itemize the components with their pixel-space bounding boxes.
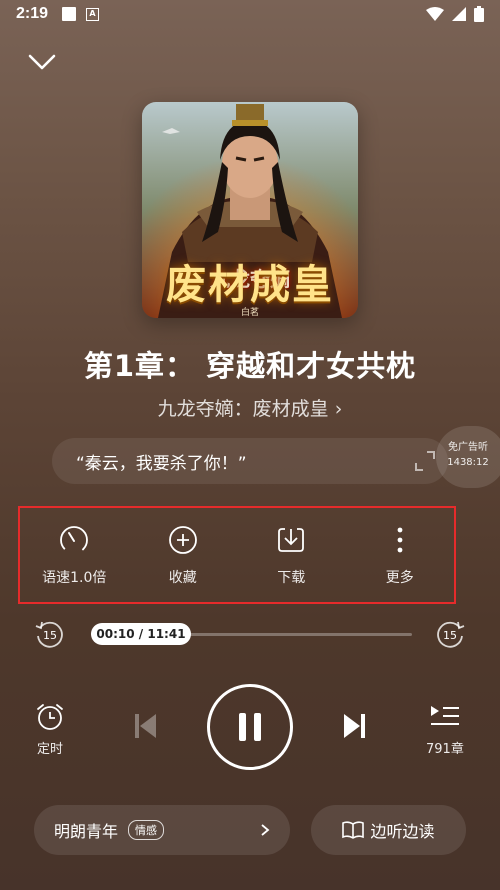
expand-icon[interactable] (414, 450, 436, 472)
cover-title: 废材成皇 (166, 261, 334, 308)
skip-back-value: 15 (43, 629, 57, 642)
ad-free-label: 免广告听 (448, 442, 488, 453)
read-along-button[interactable]: 边听边读 (311, 805, 466, 855)
pause-button[interactable] (207, 684, 293, 770)
playlist-icon (430, 706, 459, 725)
skip-forward-button[interactable]: 15 (434, 618, 466, 650)
pause-icon (239, 713, 261, 741)
battery-icon (474, 6, 484, 22)
signal-icon (452, 7, 466, 21)
download-label: 下载 (277, 570, 306, 586)
timer-button[interactable]: 定时 (34, 702, 66, 757)
voice-name: 明朗青年 (54, 822, 119, 841)
forward-15-icon: 15 (437, 621, 465, 648)
more-label: 更多 (385, 570, 414, 586)
chapter-count-label: 791章 (426, 742, 464, 757)
quote-text: “秦云，我要杀了你！” (76, 453, 247, 474)
download-icon (278, 528, 305, 552)
more-button[interactable]: 更多 (346, 508, 455, 602)
rewind-15-icon: 15 (35, 621, 63, 648)
chevron-down-icon (28, 54, 56, 70)
quote-bar[interactable]: “秦云，我要杀了你！” (52, 438, 448, 484)
action-row: 语速1.0倍 收藏 下载 更多 (18, 506, 456, 604)
skip-forward-value: 15 (443, 629, 457, 642)
wifi-icon (426, 7, 444, 21)
notification-square-icon (62, 7, 77, 21)
status-time: 2:19 (16, 5, 49, 22)
favorite-label: 收藏 (168, 570, 197, 586)
player-controls: 定时 791章 (0, 684, 500, 770)
more-vertical-icon (397, 527, 403, 553)
speed-label: 语速1.0倍 (42, 570, 107, 586)
next-button[interactable] (342, 712, 366, 740)
favorite-button[interactable]: 收藏 (129, 508, 238, 602)
book-cover: 九龙夺嫡 废材成皇 白茗 (142, 102, 358, 318)
skip-previous-icon (135, 714, 156, 738)
previous-button[interactable] (134, 712, 158, 740)
book-name-link[interactable]: 九龙夺嫡：废材成皇 › (0, 394, 500, 421)
read-along-label: 边听边读 (370, 822, 435, 841)
speedometer-icon (60, 526, 89, 554)
chevron-right-icon (261, 824, 270, 836)
status-bar: 2:19 A (0, 0, 500, 28)
alarm-clock-icon (37, 704, 63, 730)
speed-button[interactable]: 语速1.0倍 (20, 508, 129, 602)
voice-tag: 情感 (128, 820, 165, 840)
notification-a-icon: A (86, 7, 100, 21)
progress-time-pill[interactable]: 00:10 / 11:41 (91, 623, 191, 645)
skip-back-button[interactable]: 15 (34, 618, 66, 650)
chapter-list-button[interactable]: 791章 (426, 704, 464, 757)
plus-circle-icon (168, 526, 197, 554)
ad-free-countdown: 1438:12 (447, 457, 489, 468)
download-button[interactable]: 下载 (237, 508, 346, 602)
timer-label: 定时 (36, 742, 63, 757)
cover-author: 白茗 (240, 308, 259, 318)
chapter-title: 第1章： 穿越和才女共枕 (83, 349, 417, 383)
voice-selector-button[interactable]: 明朗青年 情感 (34, 805, 290, 855)
collapse-button[interactable] (26, 48, 58, 76)
progress-row: 15 15 (0, 616, 500, 652)
skip-next-icon (344, 714, 365, 738)
book-open-icon (342, 821, 365, 839)
ad-free-button[interactable]: 免广告听 1438:12 (436, 426, 500, 488)
